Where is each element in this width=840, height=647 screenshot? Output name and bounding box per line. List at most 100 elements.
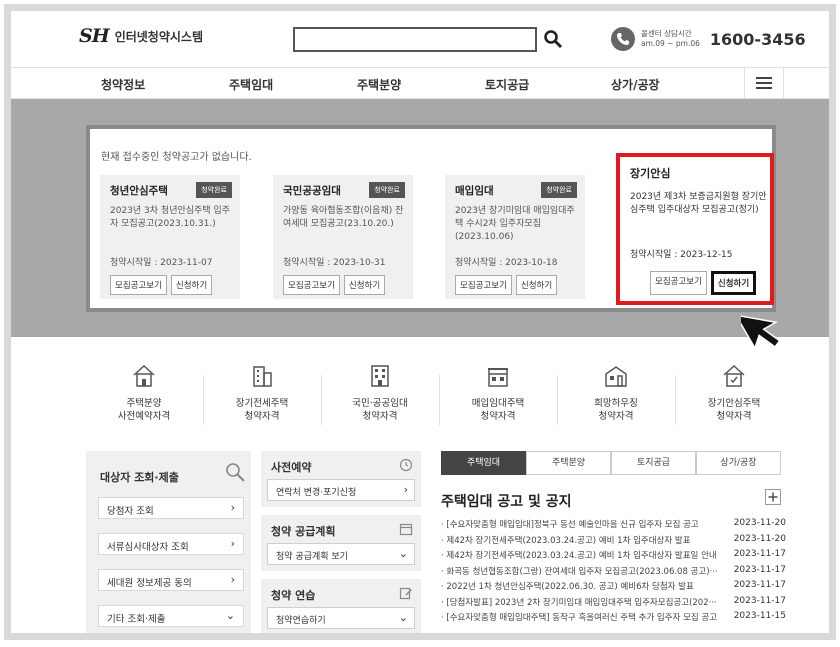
calendar-icon [399,523,413,536]
search-input[interactable] [293,27,537,52]
practice-select[interactable]: 청약연습하기 ⌄ [267,607,415,629]
list-item[interactable]: · 제42차 장기전세주택(2023.03.24.공고) 예비 1차 입주대상자… [441,532,786,548]
menu-item-document-review[interactable]: 서류심사대상자 조회 › [98,533,244,555]
card-title: 청년안심주택 [110,185,168,197]
panel-title: 대상자 조회·제출 [100,471,179,484]
news-text[interactable]: · [수요자맞춤형 매입임대주택] 동작구 흑올여러신 주택 추가 입주자 모집… [441,611,729,623]
category-label: 매입임대주택 [471,398,525,409]
view-notice-button[interactable]: 모집공고보기 [455,275,512,295]
category-label: 주택분양 [126,398,162,409]
list-item[interactable]: · [수요자맞춤형 매입임대]정북구 동선 예술인마을 신규 입주자 모집 공고… [441,516,786,532]
category-sublabel: 청약자격 [362,411,398,422]
category-hope-housing[interactable]: 희망하우징청약자격 [558,363,674,437]
quick-services: 사전예약 연락처 변경·포기신청 › 청약 공급계획 청약 공급계획 보기 ⌄ 청약… [261,451,421,633]
nav-item-land-supply[interactable]: 토지공급 [485,76,529,93]
supply-plan-select[interactable]: 청약 공급계획 보기 ⌄ [267,543,415,565]
apply-button[interactable]: 신청하기 [170,275,213,295]
highlighted-notice-card: 장기안심 2023년 제3차 보증금지원형 장기안심주택 입주대상자 모집공고(… [616,153,774,305]
category-presale-eligibility[interactable]: 주택분양 사전예약자격 [86,363,202,437]
card-title: 장기안심 [630,167,671,180]
site-header: SH 인터넷청약시스템 콜센터 상담시간 am.09 ~ pm.06 1600-… [11,11,829,67]
nav-item-housing-rental[interactable]: 주택임대 [229,76,273,93]
news-text[interactable]: · 제42차 장기전세주택(2023.03.24.공고) 예비 1차 입주대상자… [441,549,729,561]
mouse-cursor-icon [741,314,781,350]
view-notice-button[interactable]: 모집공고보기 [650,271,707,295]
tab-housing-sale[interactable]: 주택분양 [526,451,611,475]
menu-item-other-lookup[interactable]: 기타 조회·제출 ⌄ [98,605,244,627]
apply-button-highlighted[interactable]: 신청하기 [710,271,757,295]
news-date: 2023-11-17 [733,595,786,606]
category-sublabel: 청약자격 [598,411,634,422]
card-start-date: 청약시작일 : 2023-10-18 [455,258,558,268]
chevron-right-icon: › [230,573,235,586]
view-notice-button[interactable]: 모집공고보기 [110,275,167,295]
news-date: 2023-11-20 [733,533,786,544]
nav-item-commercial[interactable]: 상가/공장 [611,76,660,93]
list-item[interactable]: · 제42차 장기전세주택(2023.03.24.공고) 예비 1차 입주대상자… [441,547,786,563]
card-description[interactable]: 가양동 육아협동조합(이음채) 잔여세대 모집공고(23.10.20.) [283,205,407,231]
chevron-down-icon: ⌄ [398,547,408,560]
category-long-term-jeonse[interactable]: 장기전세주택청약자격 [204,363,320,437]
card-description[interactable]: 2023년 제3차 보증금지원형 장기안심주택 입주대상자 모집공고(정기) [630,191,770,217]
list-item[interactable]: · 2022년 1차 청년안심주택(2022.06.30. 공고) 예비6차 당… [441,578,786,594]
tab-land-supply[interactable]: 토지공급 [611,451,696,475]
category-sublabel: 청약자격 [244,411,280,422]
news-text[interactable]: · 2022년 1차 청년안심주택(2022.06.30. 공고) 예비6차 당… [441,580,729,592]
applicant-lookup-panel: 대상자 조회·제출 당첨자 조회 › 서류심사대상자 조회 › 세대원 정보제공 동… [86,451,251,633]
card-start-date: 청약시작일 : 2023-11-07 [110,258,213,268]
card-description[interactable]: 2023년 장기미임대 매입임대주택 수시2차 입주자모집(2023.10.06… [455,205,579,244]
tab-housing-rental[interactable]: 주택임대 [441,451,526,475]
news-text[interactable]: · [수요자맞춤형 매입임대]정북구 동선 예술인마을 신규 입주자 모집 공고 [441,518,729,530]
category-label: 국민·공공임대 [352,398,408,409]
list-item[interactable]: · 화곡동 청년협동조합(그랑) 잔여세대 입주자 모집공고(2023.06.0… [441,563,786,579]
edit-icon [399,587,412,600]
card-description[interactable]: 2023년 3차 청년안심주택 입주자 모집공고(2023.10.31.) [110,205,234,231]
news-text[interactable]: · 제42차 장기전세주택(2023.03.24.공고) 예비 1차 입주대상자… [441,534,729,546]
tab-commercial[interactable]: 상가/공장 [696,451,781,475]
notice-card: 매입임대 청약완료 2023년 장기미임대 매입임대주택 수시2차 입주자모집(… [445,175,585,299]
card-title: 매입임대 [455,185,494,197]
chevron-down-icon: ⌄ [398,611,408,624]
chevron-right-icon: › [230,537,235,550]
menu-item-label: 당첨자 조회 [107,506,154,517]
block-title: 청약 연습 [271,589,316,602]
more-plus-icon[interactable] [765,489,781,505]
status-badge: 청약완료 [369,182,405,198]
apply-button[interactable]: 신청하기 [343,275,386,295]
category-purchase-rental[interactable]: 매입임대주택 청약자격 [440,363,556,437]
nav-item-subscription-info[interactable]: 청약정보 [101,76,145,93]
building-icon [371,365,389,387]
menu-item-household-consent[interactable]: 세대원 정보제공 동의 › [98,569,244,591]
prebook-change-link[interactable]: 연락처 변경·포기신청 › [267,479,415,501]
safe-house-icon [723,364,745,387]
news-date: 2023-11-17 [733,564,786,575]
nav-item-housing-sale[interactable]: 주택분양 [357,76,401,93]
news-title: 주택임대 공고 및 공지 [441,494,572,510]
notice-tabs: 주택임대 주택분양 토지공급 상가/공장 [441,451,781,475]
menu-item-winner-lookup[interactable]: 당첨자 조회 › [98,497,244,519]
category-public-rental[interactable]: 국민·공공임대청약자격 [322,363,438,437]
home-icon [605,366,627,387]
apply-button[interactable]: 신청하기 [515,275,558,295]
list-item[interactable]: · [수요자맞춤형 매입임대주택] 동작구 흑올여러신 주택 추가 입주자 모집… [441,609,786,625]
news-text[interactable]: · 화곡동 청년협동조합(그랑) 잔여세대 입주자 모집공고(2023.06.0… [441,565,729,577]
category-label: 장기전세주택 [235,398,289,409]
category-long-term-safe-housing[interactable]: 장기안심주택 청약자격 [676,363,792,437]
search-icon[interactable] [543,29,563,49]
list-item[interactable]: · [당첨자발표] 2023년 2차 장기미임대 매입임대주택 입주자모집공고(… [441,594,786,610]
menu-item-label: 세대원 정보제공 동의 [107,578,192,589]
hamburger-menu-icon[interactable] [744,68,784,98]
phone-hours: 콜센터 상담시간 am.09 ~ pm.06 [641,29,700,49]
view-notice-button[interactable]: 모집공고보기 [283,275,340,295]
phone-icon [611,27,635,51]
practice-block: 청약 연습 청약연습하기 ⌄ [261,579,421,633]
supply-plan-block: 청약 공급계획 청약 공급계획 보기 ⌄ [261,515,421,571]
chevron-right-icon: › [403,483,408,496]
category-label: 희망하우징 [594,398,638,409]
apartment-icon [253,366,272,387]
field-label: 청약연습하기 [276,616,326,626]
site-logo[interactable]: SH 인터넷청약시스템 [79,25,203,47]
notice-panel: 현재 접수중인 청약공고가 없습니다. 청년안심주택 청약완료 2023년 3차… [86,125,776,312]
news-text[interactable]: · [당첨자발표] 2023년 2차 장기미임대 매입임대주택 입주자모집공고(… [441,596,729,608]
notice-card: 국민공공임대 청약완료 가양동 육아협동조합(이음채) 잔여세대 모집공고(23… [273,175,413,299]
